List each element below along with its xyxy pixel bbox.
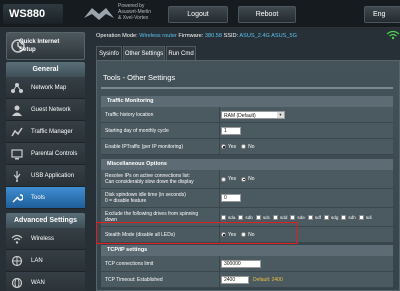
- resolve-no-option[interactable]: No: [241, 176, 255, 182]
- asus-rog-logo-icon: [84, 8, 114, 20]
- network-map-icon: [11, 83, 23, 93]
- stealth-mode-highlight-box: [96, 222, 298, 244]
- resolve-yes-option[interactable]: Yes: [221, 176, 236, 182]
- language-selector[interactable]: Eng: [364, 6, 400, 23]
- sidebar-item-parental-controls[interactable]: Parental Controls: [6, 143, 85, 165]
- section-tcpip: TCP/IP settings: [101, 245, 393, 256]
- resolve-yes-radio[interactable]: [221, 176, 226, 182]
- section-traffic-monitoring: Traffic Monitoring: [101, 96, 393, 107]
- powered-by-text: Powered by Asuswrt-Merlin & Xvel-Vortex: [118, 3, 152, 21]
- drive-sdi-checkbox[interactable]: sdi: [358, 214, 372, 220]
- section-miscellaneous: Miscellaneous Options: [101, 159, 393, 170]
- tcp-timeout-input[interactable]: 2400: [221, 275, 249, 284]
- main-content: Tools - Other Settings Traffic Monitorin…: [96, 60, 400, 291]
- reboot-button[interactable]: Reboot: [238, 6, 296, 23]
- resolve-no-radio[interactable]: [241, 176, 247, 182]
- drive-sdh-checkbox[interactable]: sdh: [341, 214, 356, 220]
- general-section-header: General: [6, 62, 85, 77]
- traffic-history-select[interactable]: RAM (Default) ▼: [221, 110, 285, 119]
- ssid-5g-link[interactable]: ASUS_5G: [271, 33, 297, 39]
- row-tcp-conn-limit: TCP connections limit 300000: [101, 256, 393, 272]
- tab-other-settings[interactable]: Other Settings: [123, 46, 165, 60]
- drive-sda-checkbox[interactable]: sda: [221, 214, 235, 220]
- iptraffic-yes-option[interactable]: Yes: [221, 144, 236, 150]
- drive-sde-checkbox[interactable]: sde: [290, 214, 305, 220]
- chevron-down-icon: ▼: [277, 111, 284, 118]
- row-disk-spindown: Disk spindown idle time (in seconds) 0 =…: [101, 189, 393, 208]
- sidebar-item-lan[interactable]: LAN: [6, 250, 85, 272]
- row-resolve-ips: Resolve IPs on active connections list: …: [101, 170, 393, 189]
- row-traffic-history: Traffic history location RAM (Default) ▼: [101, 107, 393, 123]
- wifi-status-icon[interactable]: [386, 30, 400, 40]
- sidebar-item-guest-network[interactable]: Guest Network: [6, 99, 85, 121]
- guest-network-icon: [12, 105, 22, 116]
- iptraffic-no-option[interactable]: No: [241, 144, 255, 150]
- row-iptraffic: Enable IPTraffic (per IP monitoring) Yes…: [101, 139, 393, 155]
- page-title: Tools - Other Settings: [103, 73, 176, 82]
- operation-mode-bar: Operation Mode: Wireless router Firmware…: [96, 33, 297, 39]
- model-name: WS880: [3, 4, 63, 24]
- drive-sdc-checkbox[interactable]: sdc: [255, 214, 270, 220]
- usb-icon: [13, 171, 21, 182]
- start-day-input[interactable]: 1: [221, 126, 241, 135]
- sidebar-item-usb-application[interactable]: USB Application: [6, 165, 85, 187]
- sidebar-item-wireless[interactable]: Wireless: [6, 228, 85, 250]
- operation-mode-link[interactable]: Wireless router: [139, 33, 177, 39]
- sidebar: Quick Internet Setup General Network Map…: [0, 28, 88, 291]
- title-divider: [101, 87, 393, 89]
- advanced-settings-header: Advanced Settings: [6, 213, 85, 228]
- drive-sdd-checkbox[interactable]: sdd: [273, 214, 287, 220]
- quick-internet-setup-button[interactable]: Quick Internet Setup: [6, 32, 85, 60]
- drive-sdg-checkbox[interactable]: sdg: [323, 214, 338, 220]
- tab-run-cmd[interactable]: Run Cmd: [166, 46, 196, 60]
- parental-controls-icon: [11, 149, 23, 160]
- iptraffic-yes-radio[interactable]: [221, 144, 226, 149]
- router-admin-page: WS880 Powered by Asuswrt-Merlin & Xvel-V…: [0, 0, 400, 291]
- row-start-day: Starting day of monthly cycle 1: [101, 123, 393, 139]
- traffic-manager-icon: [11, 127, 23, 137]
- tcp-timeout-default: Default: 2400: [253, 276, 283, 283]
- iptraffic-no-radio[interactable]: [241, 144, 247, 149]
- sidebar-item-wan[interactable]: WAN: [6, 272, 85, 291]
- sidebar-item-traffic-manager[interactable]: Traffic Manager: [6, 121, 85, 143]
- logout-button[interactable]: Logout: [168, 6, 228, 23]
- tab-sysinfo[interactable]: Sysinfo: [96, 46, 122, 60]
- disk-spindown-input[interactable]: 0: [221, 194, 241, 202]
- wan-icon: [11, 277, 23, 289]
- drive-sdf-checkbox[interactable]: sdf: [307, 214, 321, 220]
- top-header: WS880 Powered by Asuswrt-Merlin & Xvel-V…: [0, 0, 400, 28]
- drive-sdb-checkbox[interactable]: sdb: [238, 214, 253, 220]
- row-tcp-timeout: TCP Timeout: Established 2400 Default: 2…: [101, 272, 393, 288]
- sidebar-item-tools[interactable]: Tools: [6, 187, 85, 209]
- ssid-24g-link[interactable]: ASUS_2.4G: [239, 33, 269, 39]
- tcp-conn-limit-input[interactable]: 300000: [221, 259, 261, 268]
- lan-icon: [11, 255, 23, 267]
- sidebar-item-network-map[interactable]: Network Map: [6, 77, 85, 99]
- firmware-link[interactable]: 380.58: [205, 33, 222, 39]
- wireless-icon: [11, 234, 23, 244]
- tools-icon: [12, 194, 23, 203]
